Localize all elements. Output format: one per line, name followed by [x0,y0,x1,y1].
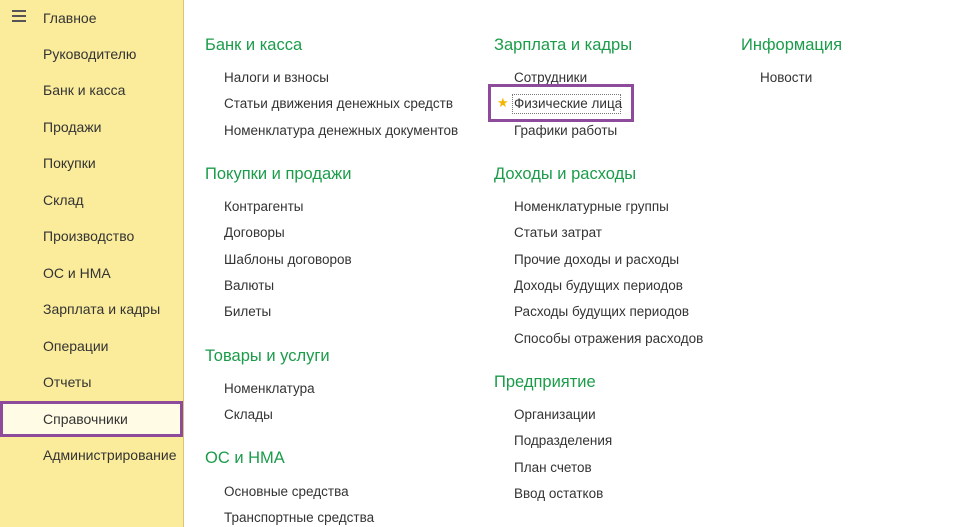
sidebar-item-label: Банк и касса [43,82,126,98]
link-contracts[interactable]: Договоры [224,225,285,240]
sidebar-item-reports[interactable]: Отчеты [0,364,183,400]
sidebar-item-warehouse[interactable]: Склад [0,182,183,218]
sidebar-item-label: Администрирование [43,447,177,463]
link-chart-of-accounts[interactable]: План счетов [514,460,592,475]
link-counterparties[interactable]: Контрагенты [224,199,304,214]
section-title-salary: Зарплата и кадры [494,36,633,54]
section-title-os: ОС и НМА [205,449,285,467]
sidebar-item-sales[interactable]: Продажи [0,109,183,145]
sidebar-item-assets[interactable]: ОС и НМА [0,255,183,291]
link-deferred-expenses[interactable]: Расходы будущих периодов [514,304,689,319]
link-organizations[interactable]: Организации [514,407,596,422]
section-title-bank: Банк и касса [205,36,303,54]
sidebar-item-label: Покупки [43,155,96,171]
sidebar-item-bank[interactable]: Банк и касса [0,72,183,108]
sidebar-item-label: Зарплата и кадры [43,301,161,317]
sidebar-item-salary[interactable]: Зарплата и кадры [0,291,183,327]
section-title-sales: Покупки и продажи [205,165,352,183]
link-currencies[interactable]: Валюты [224,278,274,293]
sidebar-item-operations[interactable]: Операции [0,328,183,364]
section-title-income: Доходы и расходы [494,165,637,183]
link-nomenclature[interactable]: Номенклатура [224,381,315,396]
sidebar-item-main[interactable]: Главное [0,0,183,36]
sidebar-item-production[interactable]: Производство [0,218,183,254]
sidebar-item-label: Главное [43,10,97,26]
sidebar-item-label: Руководителю [43,46,137,62]
section-title-info: Информация [741,36,843,54]
link-cost-items[interactable]: Статьи затрат [514,225,602,240]
sidebar-item-references[interactable]: Справочники [0,401,183,437]
link-employees[interactable]: Сотрудники [514,70,587,85]
sidebar-item-label: Операции [43,338,109,354]
sidebar-item-label: Продажи [43,119,102,135]
section-title-enterprise: Предприятие [494,373,596,391]
link-news[interactable]: Новости [760,70,812,85]
sidebar-item-administration[interactable]: Администрирование [0,437,183,473]
link-warehouses[interactable]: Склады [224,407,273,422]
link-opening-balances[interactable]: Ввод остатков [514,486,603,501]
link-fixed-assets[interactable]: Основные средства [224,484,349,499]
link-nomenclature-groups[interactable]: Номенклатурные группы [514,199,669,214]
sidebar-item-manager[interactable]: Руководителю [0,36,183,72]
link-expense-methods[interactable]: Способы отражения расходов [514,331,703,346]
link-individuals[interactable]: Физические лица [514,96,622,111]
sidebar-item-label: Справочники [43,411,128,427]
sidebar-item-label: Отчеты [43,374,92,390]
link-departments[interactable]: Подразделения [514,433,612,448]
link-vehicles[interactable]: Транспортные средства [224,510,374,525]
sidebar: Главное Руководителю Банк и касса Продаж… [0,0,184,527]
link-tickets[interactable]: Билеты [224,304,271,319]
link-work-schedules[interactable]: Графики работы [514,123,617,138]
link-money-documents[interactable]: Номенклатура денежных документов [224,123,458,138]
link-taxes[interactable]: Налоги и взносы [224,70,329,85]
link-contract-templates[interactable]: Шаблоны договоров [224,252,352,267]
link-cash-flow-items[interactable]: Статьи движения денежных средств [224,96,453,111]
sidebar-item-label: ОС и НМА [43,265,111,281]
link-other-income[interactable]: Прочие доходы и расходы [514,252,679,267]
sidebar-item-label: Производство [43,228,135,244]
sidebar-item-label: Склад [43,192,84,208]
sidebar-item-purchases[interactable]: Покупки [0,145,183,181]
section-title-goods: Товары и услуги [205,347,330,365]
favorite-star-icon[interactable]: ★ [497,95,509,111]
link-deferred-income[interactable]: Доходы будущих периодов [514,278,683,293]
